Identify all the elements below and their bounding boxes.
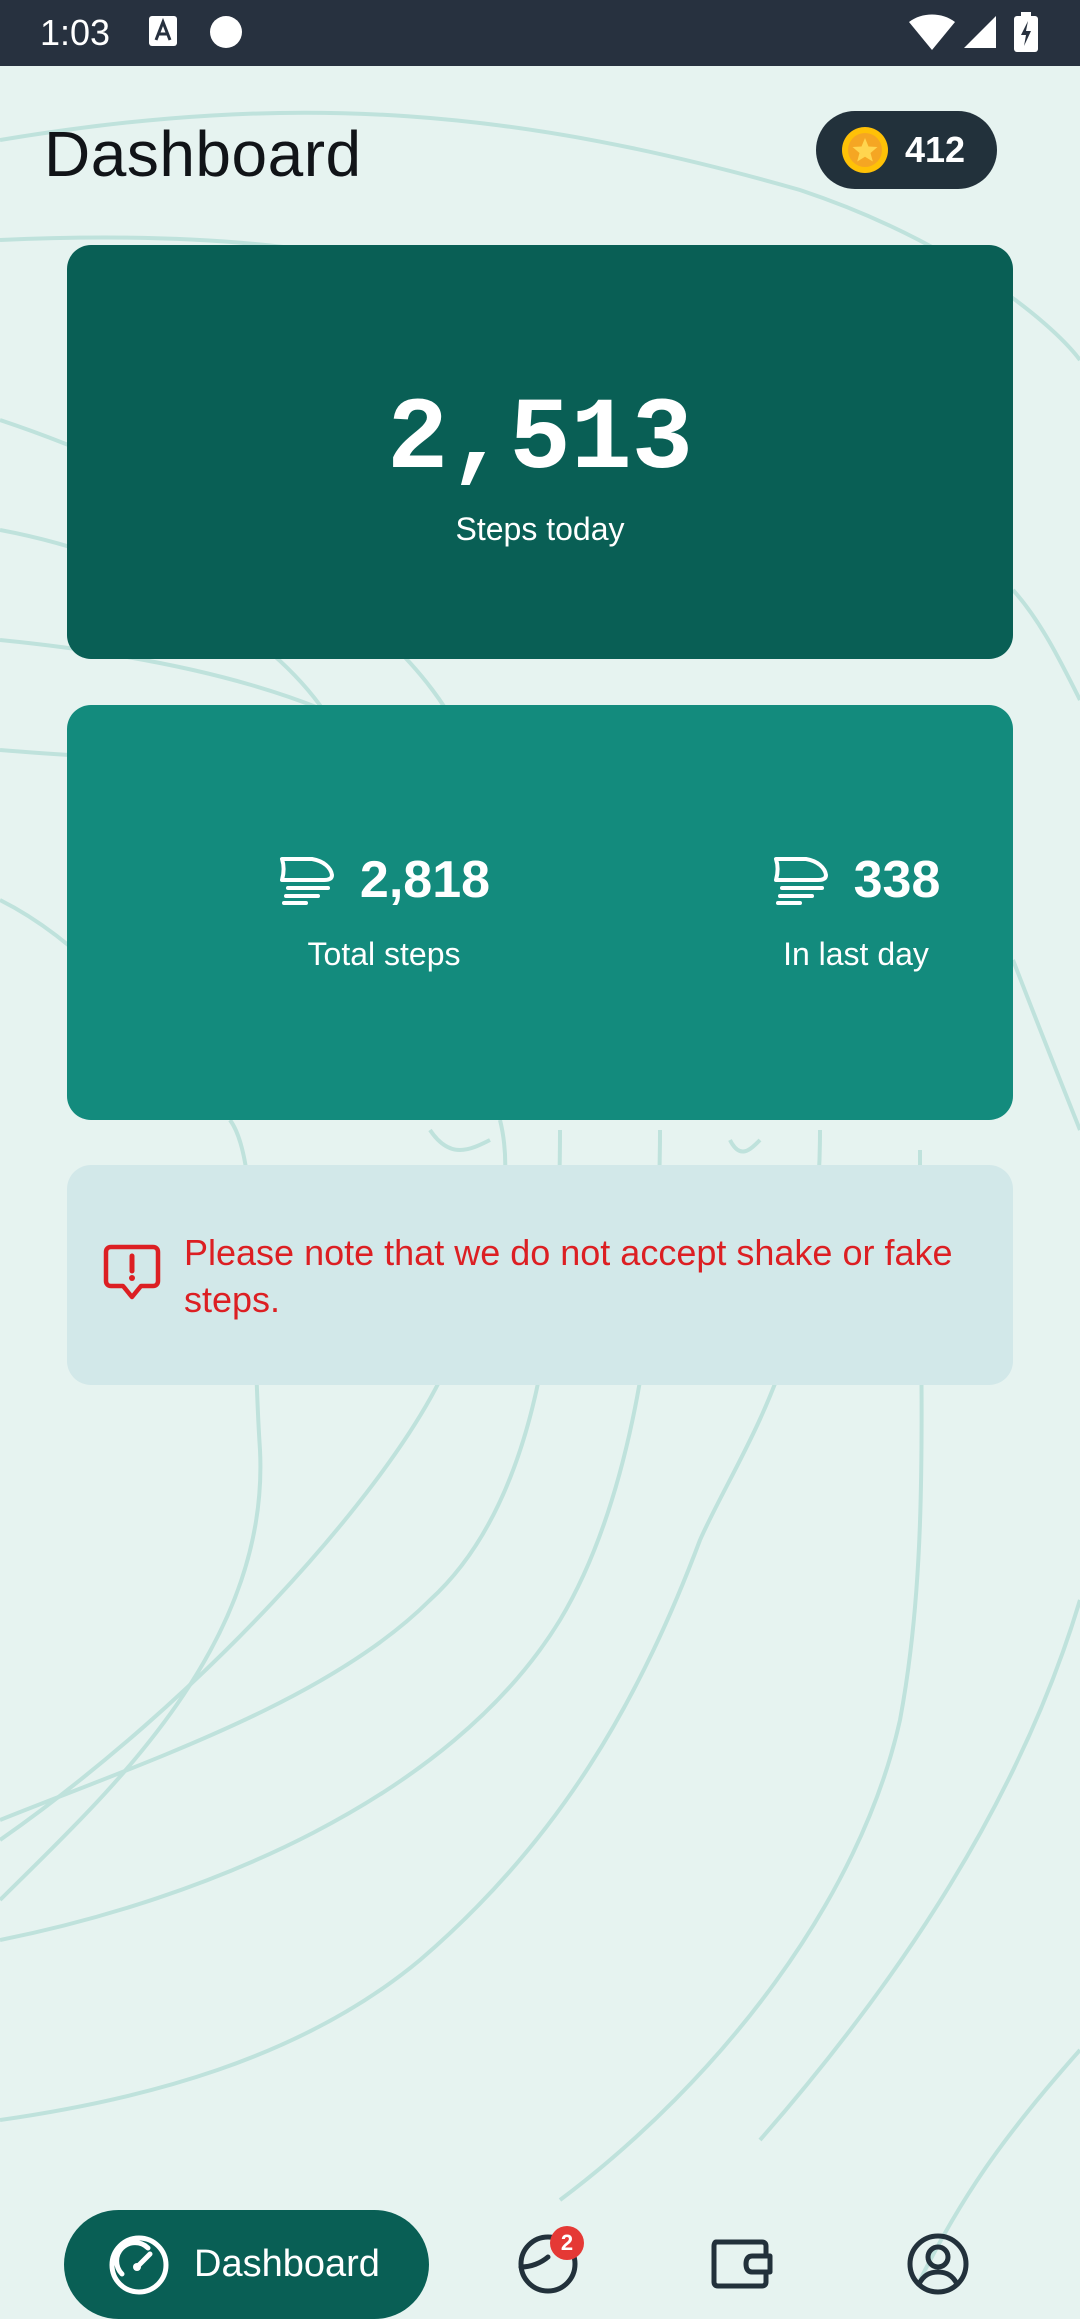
- notification-dot-icon: [210, 16, 242, 48]
- step-stats-card: 2,818 Total steps 338 In last day: [67, 705, 1013, 1120]
- battery-icon: [1014, 12, 1038, 52]
- steps-today-value: 2,513: [386, 382, 694, 498]
- page-title: Dashboard: [44, 118, 362, 190]
- nav-dashboard[interactable]: Dashboard: [64, 2210, 429, 2319]
- notice-text: Please note that we do not accept shake …: [184, 1232, 953, 1320]
- nav-stats[interactable]: 2: [508, 2224, 588, 2304]
- total-steps-label: Total steps: [307, 936, 461, 972]
- fake-steps-notice: Please note that we do not accept shake …: [67, 1165, 1013, 1385]
- status-bar: 1:03: [0, 0, 1080, 66]
- last-day-label: In last day: [783, 936, 929, 972]
- shoe-icon: [279, 857, 334, 905]
- bottom-navigation: Dashboard 2: [0, 2136, 1080, 2319]
- status-time: 1:03: [40, 12, 111, 53]
- nav-wallet[interactable]: [702, 2224, 782, 2304]
- nav-profile[interactable]: [898, 2224, 978, 2304]
- wallet-icon: [711, 2239, 773, 2289]
- keyboard-a-icon: [149, 16, 177, 46]
- speedometer-icon: [109, 2235, 169, 2294]
- coin-balance-badge[interactable]: 412: [816, 111, 997, 189]
- alert-bubble-icon: [103, 1244, 161, 1300]
- dashboard-page: Dashboard 412 2,513 Steps today 2,818 To…: [0, 66, 1080, 2319]
- signal-icon: [964, 16, 996, 48]
- coin-count: 412: [905, 129, 966, 170]
- shoe-icon: [773, 857, 828, 905]
- total-steps-value: 2,818: [359, 851, 491, 909]
- steps-today-card: 2,513 Steps today: [67, 245, 1013, 659]
- notification-badge: 2: [550, 2226, 584, 2260]
- wifi-icon: [909, 14, 955, 50]
- steps-today-label: Steps today: [455, 511, 625, 547]
- last-day-value: 338: [853, 851, 941, 909]
- stat-total-steps: 2,818 Total steps: [234, 848, 534, 973]
- stat-last-day: 338 In last day: [706, 848, 1006, 973]
- coin-icon: [842, 127, 888, 173]
- user-circle-icon: [907, 2233, 969, 2295]
